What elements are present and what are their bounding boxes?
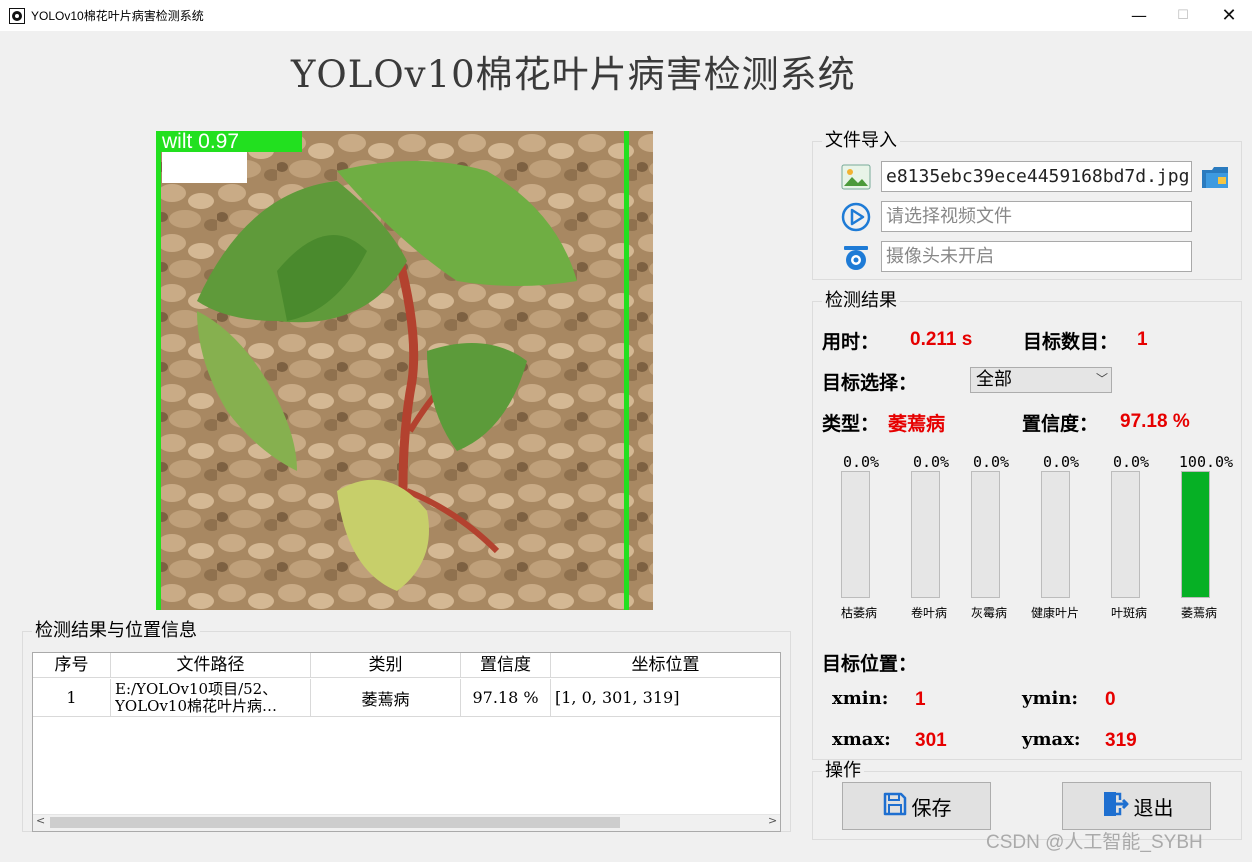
file-import-group-title: 文件导入 — [822, 131, 900, 151]
column-header-path[interactable]: 文件路径 — [111, 653, 311, 678]
camera-status-field[interactable]: 摄像头未开启 — [881, 241, 1192, 272]
watermark: CSDN @人工智能_SYBH — [986, 832, 1203, 853]
target-count-label: 目标数目： — [1023, 331, 1119, 353]
xmin-label: xmin: — [832, 688, 889, 709]
save-button-label: 保存 — [911, 795, 952, 820]
detection-image — [157, 131, 653, 610]
detection-result-group-title: 检测结果 — [822, 291, 900, 311]
path-line-2: YOLOv10棉花叶片病… — [115, 697, 278, 715]
image-file-icon[interactable] — [841, 163, 871, 193]
column-header-position[interactable]: 坐标位置 — [551, 653, 780, 678]
bar-percent: 0.0% — [972, 453, 1010, 471]
app-icon — [9, 8, 25, 24]
chevron-down-icon[interactable]: ﹀ — [1096, 370, 1108, 387]
open-folder-icon[interactable] — [1200, 162, 1232, 192]
target-select-dropdown[interactable]: 全部 — [970, 367, 1112, 393]
bbox-right-edge — [624, 131, 629, 610]
detection-label: wilt 0.97 — [160, 131, 302, 152]
bar-percent: 0.0% — [842, 453, 880, 471]
type-label: 类型： — [822, 413, 880, 435]
exit-button-label: 退出 — [1133, 795, 1174, 820]
table-cell-path[interactable]: E:/YOLOv10项目/52、 YOLOv10棉花叶片病… — [111, 679, 311, 717]
probability-bar — [971, 471, 1000, 598]
scrollbar-thumb[interactable] — [50, 817, 620, 828]
probability-bar — [1181, 471, 1210, 598]
time-value: 0.211 s — [910, 329, 973, 350]
bar-class-name: 叶斑病 — [1110, 606, 1147, 620]
probability-bar — [1041, 471, 1070, 598]
scroll-right-arrow-icon[interactable]: > — [768, 814, 777, 827]
bar-fill — [1182, 472, 1209, 597]
bbox-left-edge — [156, 131, 161, 610]
ymax-label: ymax: — [1022, 729, 1081, 750]
bar-percent: 0.0% — [1112, 453, 1150, 471]
path-line-1: E:/YOLOv10项目/52、 — [115, 680, 278, 698]
video-file-field[interactable]: 请选择视频文件 — [881, 201, 1192, 232]
bar-class-name: 灰霉病 — [970, 606, 1007, 620]
window-title: YOLOv10棉花叶片病害检测系统 — [31, 9, 204, 23]
xmax-value: 301 — [915, 730, 947, 751]
camera-icon[interactable] — [841, 242, 871, 272]
column-header-category[interactable]: 类别 — [311, 653, 461, 678]
time-label: 用时： — [822, 331, 880, 353]
video-play-icon[interactable] — [841, 202, 871, 232]
save-icon — [882, 791, 908, 822]
ymin-value: 0 — [1105, 689, 1116, 710]
bar-percent: 100.0% — [1178, 453, 1234, 471]
bar-class-name: 萎蔫病 — [1180, 606, 1217, 620]
page-title: YOLOv10棉花叶片病害检测系统 — [291, 53, 856, 96]
minimize-button[interactable]: — — [1116, 0, 1162, 31]
table-cell-confidence[interactable]: 97.18 % — [461, 679, 551, 717]
exit-icon — [1100, 789, 1130, 824]
maximize-button[interactable]: ☐ — [1160, 0, 1206, 31]
confidence-value: 97.18 % — [1120, 411, 1190, 432]
operations-group-title: 操作 — [822, 761, 864, 781]
close-button[interactable]: ✕ — [1206, 0, 1252, 31]
table-cell-position[interactable]: [1, 0, 301, 319] — [551, 679, 780, 717]
image-file-field[interactable]: e8135ebc39ece4459168bd7d.jpg — [881, 161, 1192, 192]
target-select-label: 目标选择： — [822, 372, 918, 394]
target-position-label: 目标位置： — [822, 653, 918, 675]
bar-percent: 0.0% — [1042, 453, 1080, 471]
xmax-label: xmax: — [832, 729, 891, 750]
probability-bar — [1111, 471, 1140, 598]
confidence-label: 置信度： — [1022, 413, 1099, 435]
target-count-value: 1 — [1137, 329, 1148, 350]
scroll-left-arrow-icon[interactable]: < — [36, 814, 45, 827]
bar-class-name: 枯萎病 — [840, 606, 877, 620]
bar-class-name: 健康叶片 — [1030, 606, 1079, 620]
probability-bar — [911, 471, 940, 598]
xmin-value: 1 — [915, 689, 926, 710]
probability-bar — [841, 471, 870, 598]
ymax-value: 319 — [1105, 730, 1137, 751]
type-value: 萎蔫病 — [888, 413, 946, 435]
exit-button[interactable]: 退出 — [1062, 782, 1211, 830]
column-header-index[interactable]: 序号 — [33, 653, 111, 678]
column-header-confidence[interactable]: 置信度 — [461, 653, 551, 678]
table-cell-category[interactable]: 萎蔫病 — [311, 679, 461, 717]
save-button[interactable]: 保存 — [842, 782, 991, 830]
results-table-group-title: 检测结果与位置信息 — [32, 621, 200, 641]
table-cell-index[interactable]: 1 — [33, 679, 111, 717]
ymin-label: ymin: — [1022, 688, 1079, 709]
